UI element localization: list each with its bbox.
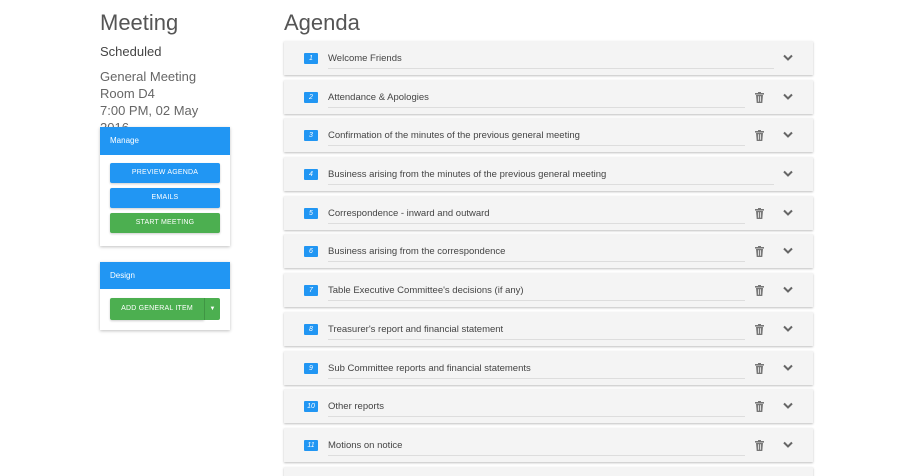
item-number-badge: 10 <box>304 401 318 413</box>
design-panel-header: Design <box>100 262 230 289</box>
trash-icon[interactable] <box>755 246 764 258</box>
item-title-field[interactable]: Welcome Friends <box>328 50 774 69</box>
item-title-field[interactable]: Attendance & Apologies <box>328 89 745 108</box>
agenda-item[interactable]: 3 Confirmation of the minutes of the pre… <box>284 118 813 153</box>
item-title-field[interactable]: Confirmation of the minutes of the previ… <box>328 127 745 147</box>
item-title-field[interactable]: Table Executive Committee's decisions (i… <box>328 282 745 302</box>
add-general-item-split-button: ADD GENERAL ITEM ▼ <box>110 298 220 320</box>
agenda-item[interactable]: 1 Welcome Friends <box>284 41 813 75</box>
design-panel-body: ADD GENERAL ITEM ▼ <box>100 289 230 326</box>
trash-icon[interactable] <box>755 207 764 219</box>
trash-icon[interactable] <box>755 285 764 297</box>
chevron-down-icon[interactable] <box>783 286 793 294</box>
chevron-down-icon[interactable] <box>783 247 793 255</box>
emails-button[interactable]: EMAILS <box>110 188 220 208</box>
meeting-status: Scheduled <box>100 44 162 59</box>
agenda-list: 1 Welcome Friends 2 Attendance & Apologi… <box>284 41 813 476</box>
agenda-item[interactable]: 10 Other reports <box>284 389 813 424</box>
item-number-badge: 7 <box>304 285 318 297</box>
trash-icon[interactable] <box>755 323 764 335</box>
agenda-item[interactable]: 6 Business arising from the corresponden… <box>284 234 813 269</box>
item-number-badge: 11 <box>304 439 318 451</box>
item-title-field[interactable]: Other reports <box>328 398 745 418</box>
trash-icon[interactable] <box>755 401 764 413</box>
item-title-field[interactable]: Sub Committee reports and financial stat… <box>328 360 745 379</box>
add-general-item-button[interactable]: ADD GENERAL ITEM <box>110 298 204 320</box>
item-title-field[interactable]: Business arising from the correspondence <box>328 243 745 263</box>
preview-agenda-button[interactable]: PREVIEW AGENDA <box>110 163 220 183</box>
item-number-badge: 8 <box>304 323 318 335</box>
item-number-badge: 6 <box>304 246 318 258</box>
chevron-down-icon[interactable] <box>783 131 793 139</box>
add-item-dropdown-toggle[interactable]: ▼ <box>204 298 220 320</box>
page-title: Meeting <box>100 10 179 35</box>
agenda-item[interactable]: 4 Business arising from the minutes of t… <box>284 157 813 192</box>
item-title-field[interactable]: Correspondence - inward and outward <box>328 205 745 224</box>
agenda-item[interactable]: 11 Motions on notice <box>284 427 813 462</box>
chevron-down-icon[interactable] <box>783 402 793 410</box>
manage-panel: Manage PREVIEW AGENDA EMAILS START MEETI… <box>100 127 230 246</box>
manage-panel-header: Manage <box>100 127 230 155</box>
agenda-item[interactable] <box>284 466 813 476</box>
caret-down-icon: ▼ <box>209 306 216 312</box>
meeting-info: Meeting Scheduled General Meeting Room D… <box>100 10 230 136</box>
chevron-down-icon[interactable] <box>783 441 793 449</box>
item-number-badge: 5 <box>304 207 318 219</box>
chevron-down-icon[interactable] <box>783 54 793 62</box>
agenda-item[interactable]: 8 Treasurer's report and financial state… <box>284 311 813 346</box>
chevron-down-icon[interactable] <box>783 325 793 333</box>
item-number-badge: 1 <box>304 53 318 64</box>
meeting-details: General Meeting Room D4 7:00 PM, 02 May … <box>100 68 230 136</box>
item-number-badge: 3 <box>304 130 318 142</box>
chevron-down-icon[interactable] <box>783 364 793 372</box>
agenda-item[interactable]: 2 Attendance & Apologies <box>284 79 813 114</box>
item-title-field[interactable]: Business arising from the minutes of the… <box>328 166 774 186</box>
agenda-title: Agenda <box>284 10 360 35</box>
trash-icon[interactable] <box>755 439 764 451</box>
trash-icon[interactable] <box>755 130 764 142</box>
chevron-down-icon[interactable] <box>783 170 793 178</box>
agenda-item[interactable]: 5 Correspondence - inward and outward <box>284 195 813 230</box>
item-title-field[interactable]: Motions on notice <box>328 437 745 456</box>
manage-panel-body: PREVIEW AGENDA EMAILS START MEETING <box>100 155 230 244</box>
trash-icon[interactable] <box>755 362 764 374</box>
item-number-badge: 4 <box>304 169 318 181</box>
item-number-badge: 2 <box>304 91 318 103</box>
agenda-item[interactable]: 9 Sub Committee reports and financial st… <box>284 350 813 385</box>
chevron-down-icon[interactable] <box>783 209 793 217</box>
item-number-badge: 9 <box>304 362 318 374</box>
start-meeting-button[interactable]: START MEETING <box>110 213 220 233</box>
item-title-field[interactable]: Treasurer's report and financial stateme… <box>328 321 745 340</box>
trash-icon[interactable] <box>755 91 764 103</box>
chevron-down-icon[interactable] <box>783 93 793 101</box>
agenda-item[interactable]: 7 Table Executive Committee's decisions … <box>284 273 813 308</box>
meeting-location: Room D4 <box>100 86 155 101</box>
meeting-type: General Meeting <box>100 69 197 84</box>
design-panel: Design ADD GENERAL ITEM ▼ <box>100 262 230 330</box>
